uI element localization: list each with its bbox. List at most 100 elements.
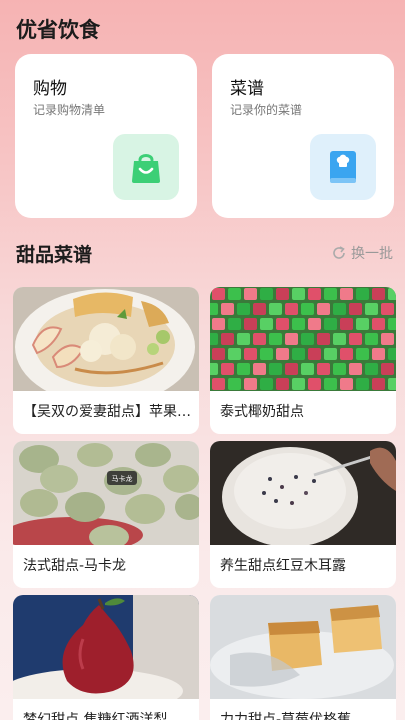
jelly-cube xyxy=(253,333,266,345)
jelly-cube xyxy=(285,363,298,375)
jelly-cube xyxy=(324,318,337,330)
recipe-title: 法式甜点-马卡龙 xyxy=(23,558,127,574)
jelly-cube xyxy=(308,348,321,360)
jelly-cube xyxy=(292,288,305,300)
jelly-cube xyxy=(388,318,396,330)
recipe-photo: 马卡龙 xyxy=(13,441,199,545)
recipe-item[interactable]: 梦幻甜点 焦糖红酒洋梨 xyxy=(13,595,199,720)
jelly-cube xyxy=(308,318,321,330)
jelly-cube xyxy=(340,318,353,330)
shopping-icon-box xyxy=(113,134,179,200)
jelly-cube xyxy=(244,348,257,360)
jelly-cube xyxy=(212,348,225,360)
jelly-cube xyxy=(388,378,396,390)
jelly-cube xyxy=(269,303,282,315)
jelly-cube xyxy=(356,378,369,390)
recipe-title: 力力甜点-草莓优格蕉 xyxy=(220,712,352,720)
jelly-cube xyxy=(372,318,385,330)
recipe-item[interactable]: 泰式椰奶甜点 xyxy=(210,287,396,434)
recipe-card-title: 菜谱 xyxy=(230,79,264,99)
jelly-cube xyxy=(212,288,225,300)
refresh-button[interactable]: 换一批 xyxy=(331,243,393,263)
jelly-cube xyxy=(228,318,241,330)
jelly-cube xyxy=(356,288,369,300)
recipe-photo xyxy=(13,595,199,699)
jelly-cube xyxy=(340,378,353,390)
jelly-cube xyxy=(324,288,337,300)
jelly-cube xyxy=(276,288,289,300)
jelly-cube xyxy=(253,303,266,315)
jelly-cube xyxy=(365,303,378,315)
jelly-cube xyxy=(292,378,305,390)
jelly-cube xyxy=(260,378,273,390)
jelly-cube xyxy=(388,288,396,300)
jelly-cube xyxy=(308,378,321,390)
jelly-cube xyxy=(317,333,330,345)
jelly-cube xyxy=(244,288,257,300)
jelly-cube xyxy=(324,378,337,390)
jelly-cube xyxy=(372,378,385,390)
recipe-photo xyxy=(210,287,396,391)
jelly-cube xyxy=(210,333,218,345)
recipe-title: 【吴双の爱妻甜点】苹果沙拉 xyxy=(23,404,191,420)
jelly-cube xyxy=(276,378,289,390)
jelly-cube xyxy=(356,318,369,330)
jelly-cube xyxy=(221,333,234,345)
jelly-cube xyxy=(292,348,305,360)
jelly-cube xyxy=(340,288,353,300)
jelly-cube xyxy=(372,288,385,300)
jelly-cube xyxy=(349,363,362,375)
jelly-cube xyxy=(365,363,378,375)
jelly-cube xyxy=(324,348,337,360)
jelly-cube xyxy=(292,318,305,330)
jelly-cube xyxy=(253,363,266,375)
jelly-cube xyxy=(228,378,241,390)
jelly-cube xyxy=(237,333,250,345)
jelly-cube xyxy=(308,288,321,300)
jelly-cube xyxy=(210,303,218,315)
shopping-card-subtitle: 记录购物清单 xyxy=(33,103,106,117)
shopping-card-title: 购物 xyxy=(33,79,67,99)
jelly-cube xyxy=(244,318,257,330)
recipe-title: 养生甜点红豆木耳露 xyxy=(220,558,346,574)
jelly-cube xyxy=(356,348,369,360)
shopping-bag-icon xyxy=(132,154,160,183)
jelly-cube xyxy=(381,333,394,345)
recipe-photo xyxy=(13,287,199,391)
jelly-cube xyxy=(301,363,314,375)
jelly-cube xyxy=(349,303,362,315)
jelly-cube xyxy=(381,363,394,375)
refresh-icon xyxy=(333,246,345,259)
recipe-photo xyxy=(210,595,396,699)
recipe-photo xyxy=(210,441,396,545)
recipe-item[interactable]: 马卡龙 法式甜点-马卡龙 xyxy=(13,441,199,588)
jelly-cube xyxy=(244,378,257,390)
jelly-cube xyxy=(210,363,218,375)
recipe-card-subtitle: 记录你的菜谱 xyxy=(230,103,303,117)
jelly-cube xyxy=(285,303,298,315)
recipe-item[interactable]: 力力甜点-草莓优格蕉 xyxy=(210,595,396,720)
jelly-cube xyxy=(349,333,362,345)
jelly-cube xyxy=(260,288,273,300)
app-title: 优省饮食 xyxy=(16,18,100,42)
jelly-cube xyxy=(269,333,282,345)
recipe-item[interactable]: 【吴双の爱妻甜点】苹果沙拉 xyxy=(13,287,199,434)
shopping-card[interactable]: 购物 记录购物清单 xyxy=(15,54,197,218)
jelly-cube xyxy=(212,318,225,330)
jelly-cube xyxy=(333,333,346,345)
jelly-cube xyxy=(372,348,385,360)
section-title: 甜品菜谱 xyxy=(16,244,93,266)
jelly-cube xyxy=(237,363,250,375)
jelly-cube xyxy=(260,318,273,330)
recipe-card[interactable]: 菜谱 记录你的菜谱 xyxy=(212,54,394,218)
recipe-icon-box xyxy=(310,134,376,200)
recipe-item[interactable]: 养生甜点红豆木耳露 xyxy=(210,441,396,588)
jelly-cube xyxy=(228,288,241,300)
jelly-cube xyxy=(333,363,346,375)
jelly-cube xyxy=(276,318,289,330)
recipe-title: 泰式椰奶甜点 xyxy=(220,404,304,420)
jelly-cube xyxy=(333,303,346,315)
jelly-cube xyxy=(365,333,378,345)
jelly-cube xyxy=(221,363,234,375)
jelly-cube xyxy=(301,333,314,345)
